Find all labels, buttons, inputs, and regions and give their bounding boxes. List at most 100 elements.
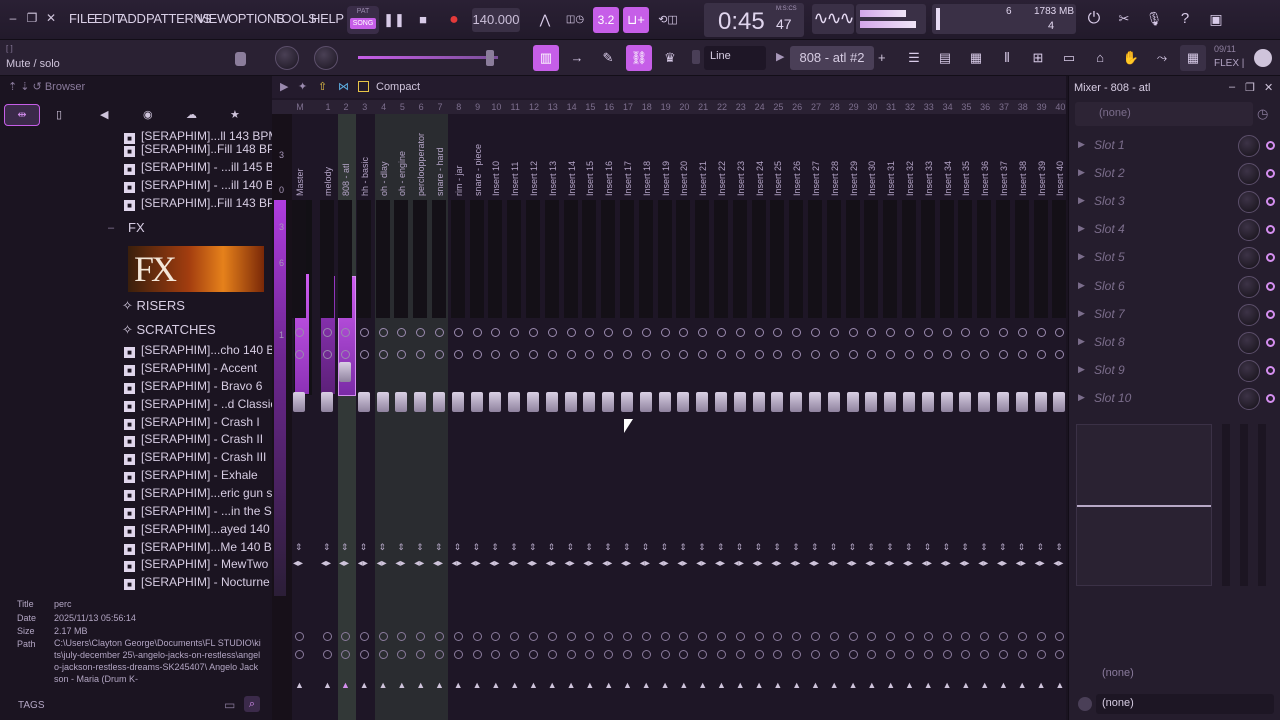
list-item[interactable]: ■ [SERAPHIM] - Bravo 6	[124, 379, 262, 396]
send-knob[interactable]	[453, 632, 463, 641]
stereo-separation-icon[interactable]: ◂▸	[321, 558, 331, 569]
mute-toggle[interactable]	[811, 328, 820, 337]
pan-knob[interactable]	[623, 350, 632, 359]
route-arrow-icon[interactable]: ▲	[473, 680, 482, 690]
slot-enable-toggle[interactable]	[1266, 337, 1275, 347]
mute-toggle[interactable]	[942, 328, 952, 337]
fx-slot[interactable]: ▶ Slot 7	[1078, 303, 1278, 329]
pan-knob[interactable]	[942, 350, 952, 359]
master-slider[interactable]	[358, 56, 498, 59]
volume-fader[interactable]	[545, 392, 558, 412]
pan-knob[interactable]	[435, 350, 444, 359]
swap-icon[interactable]: ⇕	[435, 542, 443, 553]
list-item[interactable]: ■ [SERAPHIM] - Exhale	[124, 468, 258, 485]
fx-slot[interactable]: ▶ Slot 4	[1078, 218, 1278, 244]
swap-icon[interactable]: ⇕	[585, 542, 593, 553]
volume-fader[interactable]	[921, 392, 934, 412]
pan-knob[interactable]	[811, 350, 820, 359]
swap-icon[interactable]: ⇕	[379, 542, 387, 553]
slot-expand-icon[interactable]: ▶	[1078, 195, 1085, 206]
channel-label[interactable]: Insert 10	[487, 130, 505, 196]
slot-expand-icon[interactable]: ▶	[1078, 223, 1085, 234]
volume-fader[interactable]	[959, 392, 972, 412]
output-route-select[interactable]: (none)	[1096, 694, 1274, 714]
swap-icon[interactable]: ⇕	[717, 542, 725, 553]
channel-label[interactable]: Insert 16	[600, 130, 618, 196]
list-item[interactable]: ■ [SERAPHIM] - Crash III	[124, 450, 266, 467]
swap-icon[interactable]: ⇕	[755, 542, 763, 553]
volume-fader[interactable]	[809, 392, 821, 412]
swap-icon[interactable]: ⇕	[454, 542, 462, 553]
volume-fader[interactable]	[997, 392, 1009, 412]
slot-mix-knob[interactable]	[1238, 247, 1260, 270]
fx-slot[interactable]: ▶ Slot 8	[1078, 331, 1278, 357]
channel-label[interactable]: Insert 12	[525, 130, 543, 196]
search-icon[interactable]: ⌕	[244, 696, 260, 712]
send-knob[interactable]	[942, 632, 952, 641]
swap-icon[interactable]: ⇕	[811, 542, 819, 553]
pencil-icon[interactable]: ✎	[595, 45, 621, 71]
route-arrow-icon[interactable]: ▲	[341, 680, 350, 690]
route-arrow-icon[interactable]: ▲	[792, 680, 801, 690]
route-arrow-icon[interactable]: ▲	[886, 680, 895, 690]
mixer-pin-icon[interactable]: ⇧	[318, 80, 327, 93]
list-item[interactable]: ■ [SERAPHIM] - ...ill 145 BPM	[124, 160, 292, 177]
stereo-toggle[interactable]	[754, 650, 764, 659]
swap-icon[interactable]: ⇕	[830, 542, 838, 553]
route-arrow-icon[interactable]: ▲	[811, 680, 820, 690]
volume-fader[interactable]	[321, 392, 333, 412]
channel-label[interactable]: Insert 25	[769, 130, 787, 196]
eq-band-1[interactable]	[1222, 424, 1230, 586]
pan-knob[interactable]	[453, 350, 463, 359]
stereo-separation-icon[interactable]: ◂▸	[471, 558, 481, 569]
slot-expand-icon[interactable]: ▶	[1078, 308, 1085, 319]
mute-toggle[interactable]	[359, 328, 369, 337]
cpu-memory-panel[interactable]: 6 1783 MB 4	[932, 4, 1076, 34]
stereo-separation-icon[interactable]: ◂▸	[621, 558, 631, 569]
swap-icon[interactable]: ⇕	[529, 542, 537, 553]
channel-label[interactable]: Insert 34	[939, 130, 957, 196]
help-icon[interactable]: ?	[1172, 6, 1198, 32]
send-knob[interactable]	[641, 632, 651, 641]
pan-knob[interactable]	[378, 350, 388, 359]
list-item[interactable]: ■ [SERAPHIM] - ..d Classic FX	[124, 397, 295, 414]
stereo-toggle[interactable]	[623, 650, 632, 659]
slot-expand-icon[interactable]: ▶	[1078, 251, 1085, 262]
route-arrow-icon[interactable]: ▲	[454, 680, 463, 690]
route-arrow-icon[interactable]: ▲	[980, 680, 989, 690]
pattern-select[interactable]: 808 - atl #2	[790, 46, 874, 70]
stereo-separation-icon[interactable]: ◂▸	[997, 558, 1007, 569]
slot-enable-toggle[interactable]	[1266, 253, 1275, 263]
route-arrow-icon[interactable]: ▲	[755, 680, 764, 690]
add-pattern-icon[interactable]: +	[878, 50, 886, 65]
pan-knob[interactable]	[923, 350, 933, 359]
volume-fader[interactable]	[1053, 392, 1066, 412]
route-arrow-icon[interactable]: ▲	[736, 680, 745, 690]
slot-enable-toggle[interactable]	[1266, 309, 1275, 319]
list-item[interactable]: ■ [SERAPHIM] - Crash II	[124, 432, 263, 449]
panel-close-icon[interactable]: ✕	[1264, 81, 1273, 94]
save-icon[interactable]: ▣	[1203, 6, 1229, 32]
channel-label[interactable]: 808 - atl	[337, 130, 355, 196]
stereo-separation-icon[interactable]: ◂▸	[395, 558, 405, 569]
pan-knob[interactable]	[359, 350, 369, 359]
channel-label[interactable]: hh - basic	[356, 130, 374, 196]
snap-select[interactable]: Line	[704, 46, 766, 70]
mute-toggle[interactable]	[435, 328, 444, 337]
send-knob[interactable]	[717, 632, 726, 641]
stereo-separation-icon[interactable]: ◂▸	[828, 558, 838, 569]
folder-icon[interactable]: ▭	[224, 698, 235, 712]
send-knob[interactable]	[295, 632, 304, 641]
route-arrow-icon[interactable]: ▲	[698, 680, 707, 690]
route-arrow-icon[interactable]: ▲	[679, 680, 688, 690]
stereo-toggle[interactable]	[942, 650, 952, 659]
stereo-separation-icon[interactable]: ◂▸	[1016, 558, 1026, 569]
channel-label[interactable]: Master	[291, 130, 309, 196]
stereo-toggle[interactable]	[359, 650, 369, 659]
stereo-separation-icon[interactable]: ◂▸	[602, 558, 612, 569]
microphone-icon[interactable]: 🎙	[1141, 6, 1167, 32]
slot-enable-toggle[interactable]	[1266, 365, 1275, 375]
channel-label[interactable]: Insert 21	[694, 130, 712, 196]
fx-slot[interactable]: ▶ Slot 10	[1078, 387, 1278, 413]
mute-toggle[interactable]	[323, 328, 332, 337]
